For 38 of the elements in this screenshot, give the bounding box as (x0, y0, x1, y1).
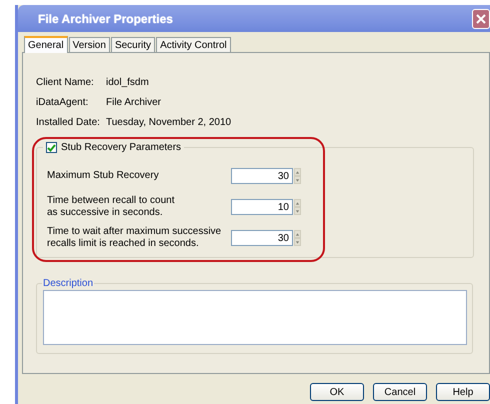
field-value: Tuesday, November 2, 2010 (106, 117, 232, 128)
field-label: Installed Date: (36, 117, 101, 128)
field-label: Maximum Stub Recovery (47, 170, 160, 182)
field-label: Client Name: (36, 77, 95, 88)
dialog-button[interactable]: OK (310, 383, 364, 401)
down-arrow-icon (295, 208, 300, 214)
tab[interactable]: General (24, 36, 68, 53)
field-value: File Archiver (106, 97, 162, 108)
number-field[interactable]: 30 (231, 230, 293, 246)
group-label: Stub Recovery Parameters (61, 142, 182, 153)
number-field[interactable]: 10 (231, 199, 293, 215)
up-arrow-icon (295, 170, 300, 174)
spin-up-button[interactable] (294, 168, 301, 176)
checkbox[interactable] (46, 142, 57, 153)
up-arrow-icon (295, 200, 300, 206)
up-arrow-icon (295, 232, 300, 236)
tab[interactable]: Activity Control (156, 37, 231, 52)
tab[interactable]: Security (110, 37, 156, 52)
spin-up-button[interactable] (294, 230, 301, 238)
spin-down-button[interactable] (294, 176, 301, 184)
down-arrow-icon (295, 240, 300, 244)
description-field[interactable] (43, 290, 467, 345)
dialog-button[interactable]: Cancel (373, 383, 427, 401)
window-title: File Archiver Properties (38, 12, 173, 26)
tab[interactable]: Version (68, 37, 110, 52)
close-button[interactable] (472, 8, 490, 28)
spin-up-button[interactable] (294, 199, 301, 207)
field-label: Time between recall to count as successive in seconds. (47, 195, 176, 219)
field-label: iDataAgent: (36, 97, 90, 108)
group-label: Description (42, 278, 94, 289)
spin-down-button[interactable] (294, 238, 301, 246)
field-label: Time to wait after maximum successive recalls limit is reached in seconds. (47, 226, 222, 250)
dialog-button[interactable]: Help (436, 383, 490, 401)
down-arrow-icon (295, 178, 300, 182)
number-field[interactable]: 30 (231, 168, 293, 184)
close-icon (476, 14, 486, 24)
spin-down-button[interactable] (294, 207, 301, 215)
field-value: idol_fsdm (106, 77, 149, 88)
